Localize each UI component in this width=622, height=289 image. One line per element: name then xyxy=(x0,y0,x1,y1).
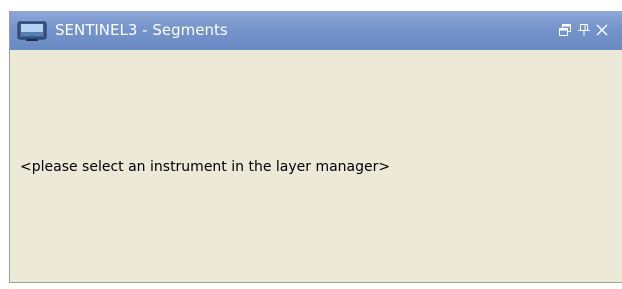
monitor-icon xyxy=(17,21,47,41)
empty-state-message: <please select an instrument in the laye… xyxy=(20,159,391,175)
restore-window-icon[interactable] xyxy=(559,24,571,36)
pin-icon[interactable] xyxy=(578,24,590,36)
segments-panel: SENTINEL3 - Segments <please select an i… xyxy=(9,11,622,283)
close-icon[interactable] xyxy=(595,24,609,36)
panel-titlebar[interactable]: SENTINEL3 - Segments xyxy=(10,11,622,50)
panel-title: SENTINEL3 - Segments xyxy=(55,21,228,39)
panel-content: <please select an instrument in the laye… xyxy=(10,50,622,282)
